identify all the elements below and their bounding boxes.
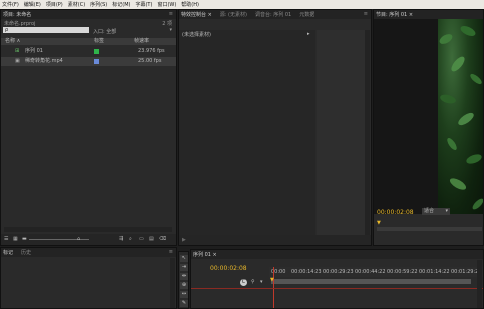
program-tabbar: 节目: 序列 01 × [374,10,483,19]
column-name[interactable]: 名称 ∧ [5,38,20,45]
source-panel: 特效控制台 × 源: (无素材) 调音台: 序列 01 元数据 ≡ (未选择素材… [178,9,372,246]
keyframe-area [317,30,367,235]
timeline-tabbar: 序列 01 × [191,250,483,259]
menu-title[interactable]: 字幕(T) [135,1,152,8]
pen-tool-icon[interactable]: ✎ [180,300,188,307]
source-vertical-scrollbar[interactable] [365,30,370,235]
chevron-down-icon: ▾ [445,208,448,214]
item-name: 序列 01 [25,48,43,54]
source-bottom-bar: ▶ [179,235,371,245]
program-timecode[interactable]: 00:00:02:08 [377,209,414,216]
item-count: 2 项 [162,21,172,27]
playhead-handle-icon[interactable]: ▼ [270,277,274,283]
menu-bar: 文件(F) 编辑(E) 项目(P) 素材(C) 序列(S) 标记(M) 字幕(T… [0,0,484,9]
automate-icon[interactable]: ⇶ [119,234,123,245]
label-swatch [94,49,99,54]
time-ruler[interactable]: 00:00 00:00:14:23 00:00:29:23 00:00:44:2… [269,267,483,277]
in-point-filter[interactable]: 入口: 全部 [93,28,116,35]
item-fps: 23.976 fps [138,48,165,54]
column-header: 名称 ∧ 标签 帧速率 [1,38,176,45]
tab-metadata[interactable]: 元数据 [299,11,314,18]
program-scrub-bar[interactable] [377,227,482,231]
work-area-bar[interactable] [271,279,471,284]
new-item-icon[interactable]: ▤ [149,234,154,245]
item-fps: 25.00 fps [138,58,162,64]
timeline-panel: 序列 01 × 00:00:02:08 C ⚲ ▾ 00:00 00:00:14… [190,249,484,309]
video-frame [438,19,483,214]
zoom-in-icon[interactable]: ⌂ [77,234,80,245]
playhead-marker-icon[interactable]: ▼ [377,220,381,226]
no-clip-selected-label: (未选择素材) [182,32,211,38]
tab-markers[interactable]: 标记 [3,249,13,256]
project-horizontal-scrollbar[interactable] [4,227,172,232]
ripple-edit-tool-icon[interactable]: ⇹ [180,273,188,280]
menu-marker[interactable]: 标记(M) [112,1,130,8]
list-item[interactable]: ⊞ 序列 01 23.976 fps [1,47,176,56]
label-swatch [94,59,99,64]
ruler-label: 00:00:14:23 [291,269,322,275]
list-view-icon[interactable]: ☰ [4,234,8,245]
menu-help[interactable]: 帮助(H) [181,1,199,8]
tab-project[interactable]: 项目: 未命名 [3,11,31,18]
track-select-tool-icon[interactable]: ⇥ [180,264,188,271]
history-vertical-scrollbar[interactable] [170,258,175,308]
leaves-image [439,26,483,210]
menu-sequence[interactable]: 序列(S) [90,1,107,8]
slip-tool-icon[interactable]: ↔ [180,291,188,298]
zoom-out-icon[interactable]: ▬ [22,234,27,245]
tools-panel: ↖ ⇥ ⇹ ⊕ ↔ ✎ [178,251,189,309]
ruler-label: 00:00:29:23 [323,269,354,275]
menu-file[interactable]: 文件(F) [2,1,19,8]
expand-arrow-icon[interactable]: ▸ [307,31,310,37]
history-tabbar: 标记 历史 [1,248,176,257]
tab-effect-controls[interactable]: 特效控制台 × [181,11,212,18]
timeline-timecode[interactable]: 00:00:02:08 [210,265,247,272]
find-icon[interactable]: ⌕ [129,234,132,245]
ruler-label: 00:00:59:22 [387,269,418,275]
column-fps[interactable]: 帧速率 [134,38,149,45]
track-divider [191,288,483,289]
panel-menu-icon[interactable]: ≡ [364,11,368,17]
tab-program[interactable]: 节目: 序列 01 × [376,11,413,18]
search-input[interactable]: ρ [3,27,89,33]
delete-icon[interactable]: ⌫ [159,234,166,245]
timeline-vertical-scrollbar[interactable] [477,260,482,308]
menu-edit[interactable]: 编辑(E) [24,1,41,8]
icon-view-icon[interactable]: ▦ [13,234,18,245]
project-tabbar: 项目: 未命名 [1,10,176,19]
history-panel: 标记 历史 ≡ [0,247,177,309]
effects-list-area [179,30,315,235]
panel-menu-icon[interactable]: ≡ [169,11,173,17]
tab-history[interactable]: 历史 [21,249,31,256]
source-tabbar: 特效控制台 × 源: (无素材) 调音台: 序列 01 元数据 [179,10,371,19]
list-item[interactable]: ▣ 稀奇转角花.mp4 25.00 fps [1,57,176,66]
tab-audio-mixer[interactable]: 调音台: 序列 01 [255,11,291,18]
menu-project[interactable]: 项目(P) [46,1,63,8]
marker-icon[interactable]: ⚲ [251,279,255,285]
project-file-name: 未命名.prproj [4,21,36,27]
fit-dropdown[interactable]: 适合 ▾ [422,208,450,215]
ruler-label: 00:01:14:22 [419,269,450,275]
video-clip-icon: ▣ [15,58,20,64]
program-panel: 节目: 序列 01 × 00:00:02:08 适合 ▾ ▼ [373,9,484,246]
add-marker-icon[interactable]: ▾ [260,279,263,285]
new-bin-icon[interactable]: ▭ [139,234,144,245]
panel-menu-icon[interactable]: ≡ [169,249,173,255]
snap-icon[interactable]: C [240,279,247,286]
tab-sequence[interactable]: 序列 01 × [193,251,217,258]
sequence-icon: ⊞ [15,48,20,54]
project-panel: 项目: 未命名 ≡ 未命名.prproj 2 项 ρ 入口: 全部 ▾ 名称 ∧… [0,9,177,246]
column-label[interactable]: 标签 [94,38,104,45]
selection-tool-icon[interactable]: ↖ [180,255,188,262]
item-name: 稀奇转角花.mp4 [25,58,63,64]
razor-tool-icon[interactable]: ⊕ [180,282,188,289]
filter-dropdown-icon[interactable]: ▾ [169,27,172,33]
ruler-label: 00:00:44:22 [355,269,386,275]
tab-source[interactable]: 源: (无素材) [220,11,247,18]
menu-window[interactable]: 窗口(W) [157,1,176,8]
project-bottom-toolbar: ☰ ▦ ▬ ⌂ ⇶ ⌕ ▭ ▤ ⌫ [1,234,176,245]
menu-clip[interactable]: 素材(C) [68,1,85,8]
fit-value: 适合 [424,208,435,214]
timecode-arrow-icon: ▶ [182,237,186,243]
